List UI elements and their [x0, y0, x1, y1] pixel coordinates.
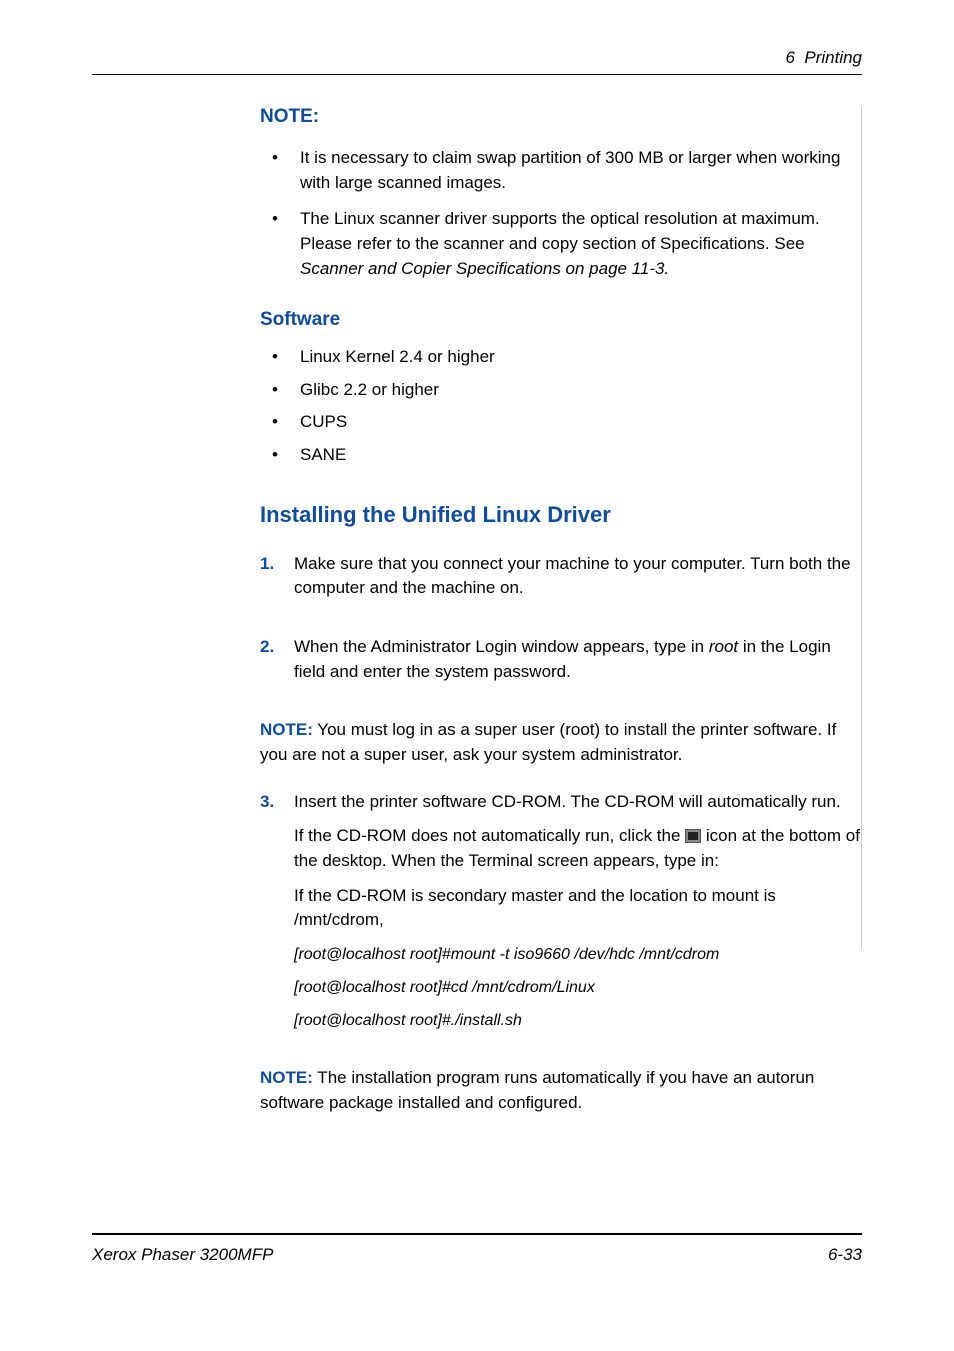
list-item: Glibc 2.2 or higher — [272, 378, 860, 403]
note-heading: NOTE: — [260, 106, 860, 128]
bullet-icon — [272, 410, 300, 435]
step-text: Insert the printer software CD-ROM. The … — [294, 790, 860, 815]
list-item-text: Linux Kernel 2.4 or higher — [300, 345, 495, 370]
list-item: The Linux scanner driver supports the op… — [272, 207, 860, 281]
page-header: 6 Printing — [92, 48, 862, 75]
list-item: It is necessary to claim swap partition … — [272, 146, 860, 195]
command-line: [root@localhost root]#mount -t iso9660 /… — [294, 943, 860, 966]
list-item-text: The Linux scanner driver supports the op… — [300, 207, 860, 281]
footer-divider — [92, 1233, 862, 1235]
terminal-icon — [685, 829, 701, 843]
command-line: [root@localhost root]#./install.sh — [294, 1009, 860, 1032]
chapter-title: Printing — [804, 48, 862, 67]
software-bullet-list: Linux Kernel 2.4 or higher Glibc 2.2 or … — [260, 345, 860, 468]
list-item: Linux Kernel 2.4 or higher — [272, 345, 860, 370]
margin-rule — [861, 106, 862, 949]
step-text: When the Administrator Login window appe… — [294, 635, 860, 684]
note-block: NOTE: You must log in as a super user (r… — [260, 718, 860, 767]
step-1: 1. Make sure that you connect your machi… — [260, 552, 860, 611]
note-label: NOTE: — [260, 1068, 313, 1087]
bullet-icon — [272, 378, 300, 403]
step-text: If the CD-ROM is secondary master and th… — [294, 884, 860, 933]
step-number: 3. — [260, 790, 294, 1043]
list-item: SANE — [272, 443, 860, 468]
page-footer: Xerox Phaser 3200MFP 6-33 — [92, 1233, 862, 1265]
note-text: The installation program runs automatica… — [260, 1068, 814, 1112]
list-item-text: Glibc 2.2 or higher — [300, 378, 439, 403]
bullet-icon — [272, 443, 300, 468]
note-bullet-list: It is necessary to claim swap partition … — [260, 146, 860, 281]
note-block: NOTE: The installation program runs auto… — [260, 1066, 860, 1115]
cross-reference: Scanner and Copier Specifications on pag… — [300, 259, 669, 278]
bullet-icon — [272, 345, 300, 370]
bullet-icon — [272, 146, 300, 195]
step-3: 3. Insert the printer software CD-ROM. T… — [260, 790, 860, 1043]
chapter-number: 6 — [785, 48, 794, 67]
step-number: 2. — [260, 635, 294, 694]
step-body: Insert the printer software CD-ROM. The … — [294, 790, 860, 1043]
list-item: CUPS — [272, 410, 860, 435]
bullet-icon — [272, 207, 300, 281]
footer-product: Xerox Phaser 3200MFP — [92, 1245, 273, 1265]
footer-page-number: 6-33 — [828, 1245, 862, 1265]
install-heading: Installing the Unified Linux Driver — [260, 502, 860, 528]
list-item-text: It is necessary to claim swap partition … — [300, 146, 860, 195]
step-text: If the CD-ROM does not automatically run… — [294, 824, 860, 873]
list-item-text: CUPS — [300, 410, 347, 435]
note-text: You must log in as a super user (root) t… — [260, 720, 836, 764]
step-number: 1. — [260, 552, 294, 611]
command-line: [root@localhost root]#cd /mnt/cdrom/Linu… — [294, 976, 860, 999]
step-2: 2. When the Administrator Login window a… — [260, 635, 860, 694]
list-item-text: SANE — [300, 443, 346, 468]
software-heading: Software — [260, 309, 860, 331]
header-divider — [92, 74, 862, 75]
main-content: NOTE: It is necessary to claim swap part… — [260, 106, 860, 1138]
step-text: Make sure that you connect your machine … — [294, 552, 860, 601]
note-label: NOTE: — [260, 720, 313, 739]
